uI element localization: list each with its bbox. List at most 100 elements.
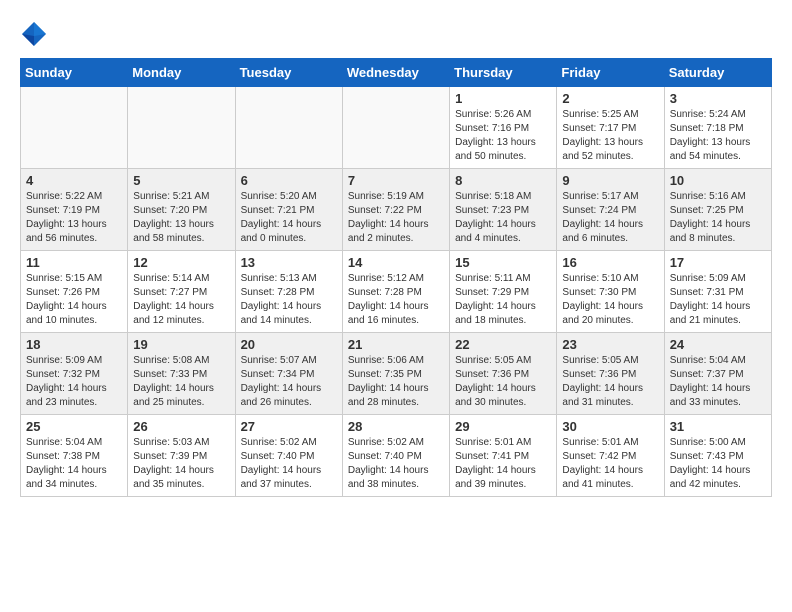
day-number: 20 bbox=[241, 337, 337, 352]
calendar-cell: 31 Sunrise: 5:00 AM Sunset: 7:43 PM Dayli… bbox=[664, 415, 771, 497]
day-number: 2 bbox=[562, 91, 658, 106]
day-number: 22 bbox=[455, 337, 551, 352]
day-info: Sunrise: 5:13 AM Sunset: 7:28 PM Dayligh… bbox=[241, 272, 337, 328]
day-info: Sunrise: 5:02 AM Sunset: 7:40 PM Dayligh… bbox=[348, 436, 444, 492]
day-number: 4 bbox=[26, 173, 122, 188]
header-day-monday: Monday bbox=[128, 59, 235, 87]
day-number: 28 bbox=[348, 419, 444, 434]
header-day-wednesday: Wednesday bbox=[342, 59, 449, 87]
calendar-cell: 10 Sunrise: 5:16 AM Sunset: 7:25 PM Dayli… bbox=[664, 169, 771, 251]
calendar-cell: 2 Sunrise: 5:25 AM Sunset: 7:17 PM Daylig… bbox=[557, 87, 664, 169]
calendar-week-row: 1Sunrise: 5:26 AM Sunset: 7:16 PM Daylig… bbox=[21, 87, 772, 169]
calendar-cell: 19 Sunrise: 5:08 AM Sunset: 7:33 PM Dayli… bbox=[128, 333, 235, 415]
day-number: 10 bbox=[670, 173, 766, 188]
calendar-week-row: 18 Sunrise: 5:09 AM Sunset: 7:32 PM Dayli… bbox=[21, 333, 772, 415]
day-info: Sunrise: 5:17 AM Sunset: 7:24 PM Dayligh… bbox=[562, 190, 658, 246]
day-info: Sunrise: 5:15 AM Sunset: 7:26 PM Dayligh… bbox=[26, 272, 122, 328]
day-info: Sunrise: 5:09 AM Sunset: 7:32 PM Dayligh… bbox=[26, 354, 122, 410]
day-info: Sunrise: 5:21 AM Sunset: 7:20 PM Dayligh… bbox=[133, 190, 229, 246]
day-number: 16 bbox=[562, 255, 658, 270]
day-number: 30 bbox=[562, 419, 658, 434]
header-day-friday: Friday bbox=[557, 59, 664, 87]
calendar-cell: 25 Sunrise: 5:04 AM Sunset: 7:38 PM Dayli… bbox=[21, 415, 128, 497]
calendar-cell: 13 Sunrise: 5:13 AM Sunset: 7:28 PM Dayli… bbox=[235, 251, 342, 333]
day-number: 11 bbox=[26, 255, 122, 270]
logo-icon bbox=[20, 20, 48, 48]
calendar-header-row: SundayMondayTuesdayWednesdayThursdayFrid… bbox=[21, 59, 772, 87]
header-day-thursday: Thursday bbox=[450, 59, 557, 87]
day-number: 19 bbox=[133, 337, 229, 352]
day-info: Sunrise: 5:19 AM Sunset: 7:22 PM Dayligh… bbox=[348, 190, 444, 246]
day-number: 14 bbox=[348, 255, 444, 270]
day-info: Sunrise: 5:24 AM Sunset: 7:18 PM Dayligh… bbox=[670, 108, 766, 164]
calendar-cell bbox=[235, 87, 342, 169]
calendar-cell bbox=[128, 87, 235, 169]
day-info: Sunrise: 5:06 AM Sunset: 7:35 PM Dayligh… bbox=[348, 354, 444, 410]
calendar-cell: 11 Sunrise: 5:15 AM Sunset: 7:26 PM Dayli… bbox=[21, 251, 128, 333]
day-info: Sunrise: 5:09 AM Sunset: 7:31 PM Dayligh… bbox=[670, 272, 766, 328]
calendar-cell: 6Sunrise: 5:20 AM Sunset: 7:21 PM Daylig… bbox=[235, 169, 342, 251]
calendar-cell: 22 Sunrise: 5:05 AM Sunset: 7:36 PM Dayli… bbox=[450, 333, 557, 415]
day-info: Sunrise: 5:22 AM Sunset: 7:19 PM Dayligh… bbox=[26, 190, 122, 246]
day-number: 26 bbox=[133, 419, 229, 434]
calendar-cell: 21 Sunrise: 5:06 AM Sunset: 7:35 PM Dayli… bbox=[342, 333, 449, 415]
day-number: 8 bbox=[455, 173, 551, 188]
day-info: Sunrise: 5:25 AM Sunset: 7:17 PM Dayligh… bbox=[562, 108, 658, 164]
calendar-cell: 8 Sunrise: 5:18 AM Sunset: 7:23 PM Daylig… bbox=[450, 169, 557, 251]
day-info: Sunrise: 5:01 AM Sunset: 7:41 PM Dayligh… bbox=[455, 436, 551, 492]
day-number: 9 bbox=[562, 173, 658, 188]
calendar-table: SundayMondayTuesdayWednesdayThursdayFrid… bbox=[20, 58, 772, 497]
header-day-saturday: Saturday bbox=[664, 59, 771, 87]
calendar-week-row: 4 Sunrise: 5:22 AM Sunset: 7:19 PM Daylig… bbox=[21, 169, 772, 251]
day-info: Sunrise: 5:00 AM Sunset: 7:43 PM Dayligh… bbox=[670, 436, 766, 492]
calendar-cell: 17 Sunrise: 5:09 AM Sunset: 7:31 PM Dayli… bbox=[664, 251, 771, 333]
day-number: 31 bbox=[670, 419, 766, 434]
day-number: 21 bbox=[348, 337, 444, 352]
day-info: Sunrise: 5:02 AM Sunset: 7:40 PM Dayligh… bbox=[241, 436, 337, 492]
day-info: Sunrise: 5:14 AM Sunset: 7:27 PM Dayligh… bbox=[133, 272, 229, 328]
header-day-sunday: Sunday bbox=[21, 59, 128, 87]
day-info: Sunrise: 5:08 AM Sunset: 7:33 PM Dayligh… bbox=[133, 354, 229, 410]
day-info: Sunrise: 5:11 AM Sunset: 7:29 PM Dayligh… bbox=[455, 272, 551, 328]
day-number: 25 bbox=[26, 419, 122, 434]
day-number: 24 bbox=[670, 337, 766, 352]
calendar-cell bbox=[342, 87, 449, 169]
day-info: Sunrise: 5:05 AM Sunset: 7:36 PM Dayligh… bbox=[455, 354, 551, 410]
day-number: 13 bbox=[241, 255, 337, 270]
calendar-cell: 12 Sunrise: 5:14 AM Sunset: 7:27 PM Dayli… bbox=[128, 251, 235, 333]
day-number: 29 bbox=[455, 419, 551, 434]
day-number: 18 bbox=[26, 337, 122, 352]
day-info: Sunrise: 5:12 AM Sunset: 7:28 PM Dayligh… bbox=[348, 272, 444, 328]
calendar-cell: 7Sunrise: 5:19 AM Sunset: 7:22 PM Daylig… bbox=[342, 169, 449, 251]
day-number: 17 bbox=[670, 255, 766, 270]
calendar-cell: 9 Sunrise: 5:17 AM Sunset: 7:24 PM Daylig… bbox=[557, 169, 664, 251]
calendar-cell: 20Sunrise: 5:07 AM Sunset: 7:34 PM Dayli… bbox=[235, 333, 342, 415]
calendar-cell: 16Sunrise: 5:10 AM Sunset: 7:30 PM Dayli… bbox=[557, 251, 664, 333]
day-number: 1 bbox=[455, 91, 551, 106]
calendar-cell bbox=[21, 87, 128, 169]
day-info: Sunrise: 5:18 AM Sunset: 7:23 PM Dayligh… bbox=[455, 190, 551, 246]
calendar-cell: 24Sunrise: 5:04 AM Sunset: 7:37 PM Dayli… bbox=[664, 333, 771, 415]
day-number: 12 bbox=[133, 255, 229, 270]
day-number: 5 bbox=[133, 173, 229, 188]
day-number: 6 bbox=[241, 173, 337, 188]
header-day-tuesday: Tuesday bbox=[235, 59, 342, 87]
calendar-cell: 26 Sunrise: 5:03 AM Sunset: 7:39 PM Dayli… bbox=[128, 415, 235, 497]
calendar-cell: 15 Sunrise: 5:11 AM Sunset: 7:29 PM Dayli… bbox=[450, 251, 557, 333]
day-info: Sunrise: 5:03 AM Sunset: 7:39 PM Dayligh… bbox=[133, 436, 229, 492]
day-info: Sunrise: 5:01 AM Sunset: 7:42 PM Dayligh… bbox=[562, 436, 658, 492]
calendar-cell: 3Sunrise: 5:24 AM Sunset: 7:18 PM Daylig… bbox=[664, 87, 771, 169]
calendar-week-row: 11 Sunrise: 5:15 AM Sunset: 7:26 PM Dayli… bbox=[21, 251, 772, 333]
day-info: Sunrise: 5:04 AM Sunset: 7:38 PM Dayligh… bbox=[26, 436, 122, 492]
day-info: Sunrise: 5:05 AM Sunset: 7:36 PM Dayligh… bbox=[562, 354, 658, 410]
calendar-cell: 30 Sunrise: 5:01 AM Sunset: 7:42 PM Dayli… bbox=[557, 415, 664, 497]
day-number: 27 bbox=[241, 419, 337, 434]
page-header bbox=[20, 20, 772, 48]
day-number: 23 bbox=[562, 337, 658, 352]
day-info: Sunrise: 5:16 AM Sunset: 7:25 PM Dayligh… bbox=[670, 190, 766, 246]
calendar-week-row: 25 Sunrise: 5:04 AM Sunset: 7:38 PM Dayli… bbox=[21, 415, 772, 497]
calendar-cell: 5 Sunrise: 5:21 AM Sunset: 7:20 PM Daylig… bbox=[128, 169, 235, 251]
calendar-cell: 14 Sunrise: 5:12 AM Sunset: 7:28 PM Dayli… bbox=[342, 251, 449, 333]
calendar-cell: 28 Sunrise: 5:02 AM Sunset: 7:40 PM Dayli… bbox=[342, 415, 449, 497]
day-number: 15 bbox=[455, 255, 551, 270]
